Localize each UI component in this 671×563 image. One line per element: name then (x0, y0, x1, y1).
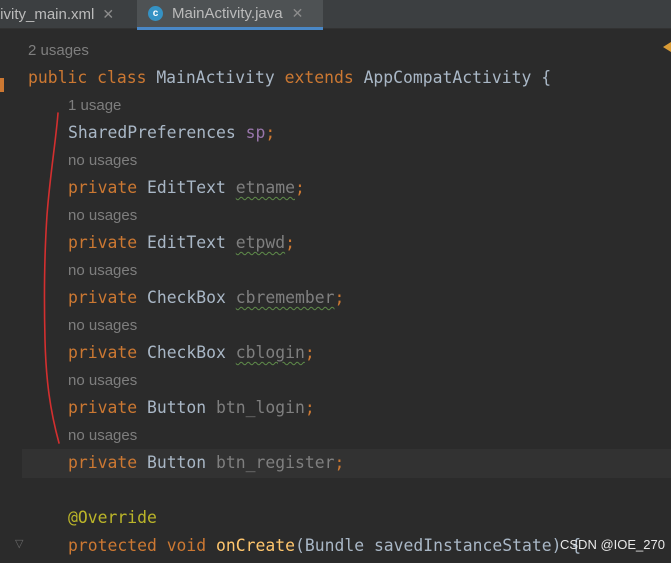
gutter-change-marker (0, 78, 4, 92)
close-icon[interactable]: ✕ (102, 6, 114, 23)
superclass-name: AppCompatActivity (363, 68, 532, 87)
keyword: extends (284, 68, 354, 87)
usage-hint[interactable]: no usages (68, 317, 137, 335)
code-line-field-cblogin: private CheckBox cblogin; (68, 343, 315, 363)
class-name: MainActivity (156, 68, 275, 87)
override-gutter-icon[interactable]: ▽ (15, 537, 27, 551)
code-line-field-etpwd: private EditText etpwd; (68, 233, 295, 253)
field-name: etpwd (235, 233, 286, 252)
field-name: sp (245, 123, 266, 142)
c-class-icon: c (148, 6, 163, 21)
watermark-text: CSDN @IOE_270 (560, 537, 665, 552)
usage-hint[interactable]: no usages (68, 372, 137, 390)
field-type: Button (146, 453, 207, 472)
usage-hint[interactable]: 1 usage (68, 97, 121, 115)
semicolon: ; (334, 288, 345, 307)
method-name: onCreate (216, 536, 295, 555)
code-line-method-declaration: protected void onCreate(Bundle savedInst… (68, 536, 581, 556)
keyword: private (68, 233, 138, 252)
code-line-field-etname: private EditText etname; (68, 178, 305, 198)
semicolon: ; (265, 123, 276, 142)
code-line-field-sp: SharedPreferences sp; (68, 123, 275, 143)
field-name: etname (235, 178, 295, 197)
semicolon: ; (295, 178, 305, 197)
code-line-field-btn-login: private Button btn_login; (68, 398, 315, 418)
usage-hint[interactable]: 2 usages (28, 42, 89, 60)
field-type: CheckBox (146, 343, 226, 362)
field-name: btn_register (216, 453, 335, 472)
tab-activity-main-xml[interactable]: tivity_main.xml ✕ (0, 0, 132, 29)
usage-hint[interactable]: no usages (68, 207, 137, 225)
field-type: Button (146, 398, 207, 417)
method-params: (Bundle savedInstanceState) { (295, 536, 582, 555)
keyword: private (68, 398, 138, 417)
semicolon: ; (304, 398, 315, 417)
close-icon[interactable]: ✕ (292, 5, 304, 22)
keyword: void (166, 536, 207, 555)
code-line-annotation: @Override (68, 508, 157, 528)
code-line-field-btn-register: private Button btn_register; (68, 453, 344, 473)
code-line-field-cbremember: private CheckBox cbremember; (68, 288, 344, 308)
tab-label: tivity_main.xml (0, 6, 95, 23)
tab-label: MainActivity.java (172, 5, 283, 22)
keyword: private (68, 178, 138, 197)
editor-tab-bar: tivity_main.xml ✕ c MainActivity.java ✕ (0, 0, 671, 30)
keyword: private (68, 288, 138, 307)
keyword: public (28, 68, 88, 87)
usage-hint[interactable]: no usages (68, 262, 137, 280)
warning-marker-icon[interactable] (663, 42, 671, 52)
usage-hint[interactable]: no usages (68, 152, 137, 170)
semicolon: ; (285, 233, 295, 252)
keyword: private (68, 343, 138, 362)
keyword: private (68, 453, 138, 472)
field-type: CheckBox (146, 288, 226, 307)
field-type: SharedPreferences (68, 123, 236, 142)
code-editor[interactable]: 2 usages public class MainActivity exten… (0, 30, 671, 563)
usage-hint[interactable]: no usages (68, 427, 137, 445)
field-type: EditText (146, 233, 226, 252)
tab-mainactivity-java[interactable]: c MainActivity.java ✕ (137, 0, 323, 30)
field-type: EditText (146, 178, 226, 197)
annotation: @Override (68, 508, 157, 527)
open-brace: { (541, 68, 552, 87)
code-line-class-declaration: public class MainActivity extends AppCom… (28, 68, 551, 88)
semicolon: ; (304, 343, 315, 362)
keyword: protected (68, 536, 157, 555)
semicolon: ; (334, 453, 345, 472)
field-name: btn_login (216, 398, 305, 417)
field-name: cblogin (235, 343, 305, 362)
keyword: class (97, 68, 147, 87)
field-name: cbremember (235, 288, 335, 307)
